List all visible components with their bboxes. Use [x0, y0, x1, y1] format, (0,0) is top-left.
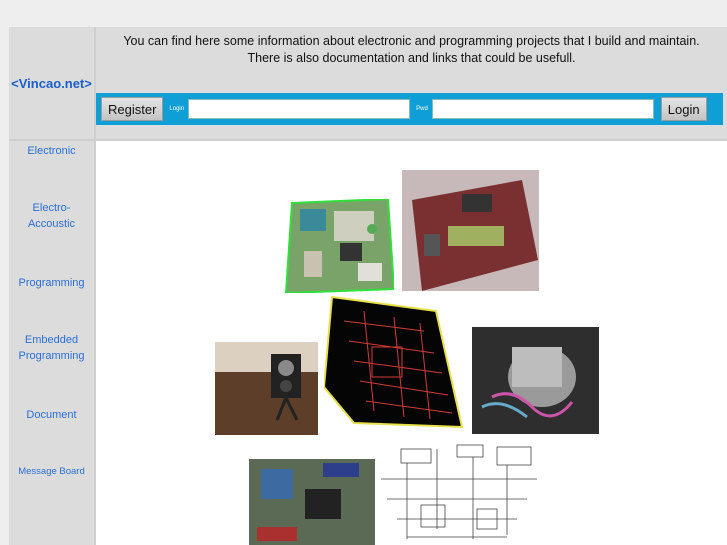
intro-text: You can find here some information about…	[96, 33, 727, 67]
lcd-board-photo	[402, 170, 539, 291]
speaker-photo	[215, 342, 318, 435]
pwd-label: Pwd	[416, 106, 428, 112]
register-button[interactable]: Register	[101, 97, 164, 121]
intro-line-1: You can find here some information about…	[123, 34, 700, 48]
sidebar-item-document[interactable]: Document	[9, 407, 94, 423]
login-button[interactable]: Login	[660, 97, 707, 121]
password-input[interactable]	[431, 99, 654, 119]
sidebar-item-electronic[interactable]: Electronic	[9, 143, 94, 159]
login-input[interactable]	[188, 99, 411, 119]
dev-board-photo	[249, 459, 375, 545]
pcb-layout-image	[324, 291, 464, 433]
sidebar-item-programming[interactable]: Programming	[9, 275, 94, 291]
motor-assembly-photo	[472, 327, 599, 434]
schematic-drawing	[377, 439, 547, 545]
circuit-board-photo	[284, 199, 394, 293]
login-label: Login	[169, 106, 185, 112]
sidebar-item-message-board[interactable]: Message Board	[9, 464, 94, 480]
sidebar-item-embedded-programming[interactable]: Embedded Programming	[9, 332, 94, 364]
logo-cell: <Vincao.net>	[9, 27, 94, 139]
login-bar: Register Login Pwd Login	[96, 93, 723, 125]
intro-line-2: There is also documentation and links th…	[247, 51, 576, 65]
header: You can find here some information about…	[96, 27, 727, 139]
sidebar-item-electro-accoustic[interactable]: Electro- Accoustic	[9, 200, 94, 232]
site-logo[interactable]: <Vincao.net>	[11, 76, 92, 91]
sidebar: Electronic Electro- Accoustic Programmin…	[9, 141, 94, 545]
main-content	[96, 141, 727, 545]
